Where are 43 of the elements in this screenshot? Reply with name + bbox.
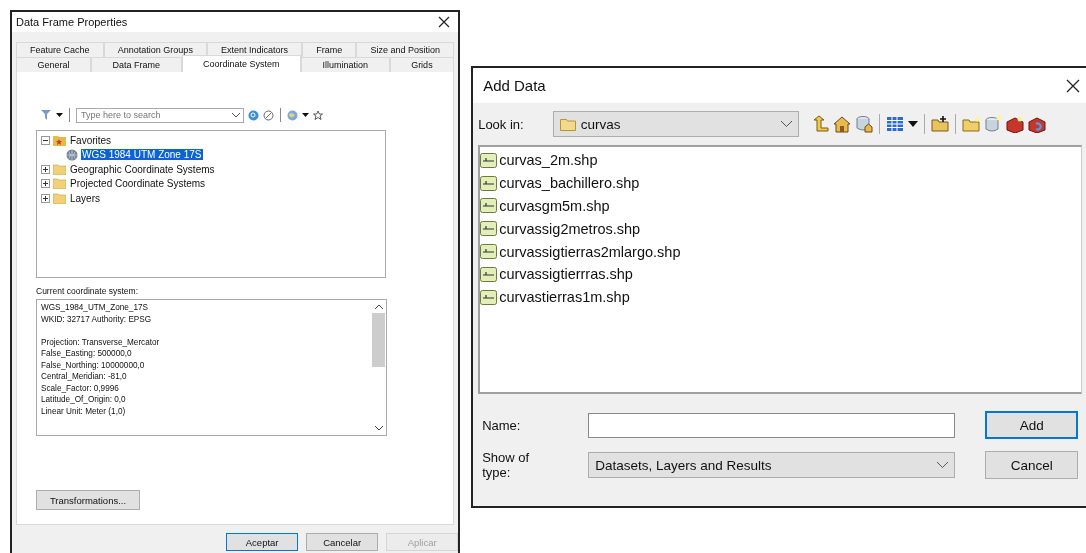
tab[interactable]: Data Frame: [91, 57, 182, 72]
file-item[interactable]: curvassig2metros.shp: [499, 220, 641, 237]
text-line: False_Easting: 500000,0: [41, 348, 133, 360]
tab[interactable]: Grids: [389, 57, 455, 72]
transformations-button[interactable]: Transformations...: [36, 490, 140, 510]
type-dropdown[interactable]: Datasets, Layers and Results: [588, 452, 956, 478]
tree-item[interactable]: Favorites: [69, 134, 113, 146]
tab[interactable]: General: [16, 57, 92, 72]
text-line: WGS_1984_UTM_Zone_17S: [41, 302, 149, 314]
tree-item[interactable]: WGS 1984 UTM Zone 17S: [81, 149, 203, 161]
window-title: Data Frame Properties: [16, 16, 128, 28]
window-title: Add Data: [483, 77, 546, 94]
file-item[interactable]: curvasgm5m.shp: [499, 198, 610, 214]
dialog-button[interactable]: Cancel: [985, 451, 1079, 479]
text-line: False_Northing: 10000000,0: [41, 359, 146, 371]
look-in-label: Look in:: [478, 116, 524, 132]
tab[interactable]: Annotation Groups: [103, 42, 207, 57]
dialog-button[interactable]: Aceptar: [226, 533, 299, 551]
tab[interactable]: Coordinate System: [181, 55, 302, 72]
show-type-label: Show of type:: [482, 450, 531, 480]
text-line: Central_Meridian: -81,0: [41, 371, 128, 383]
tab[interactable]: Feature Cache: [16, 42, 104, 57]
text-line: Linear Unit: Meter (1,0): [41, 405, 127, 417]
dialog-button[interactable]: Cancelar: [306, 533, 379, 551]
tab[interactable]: Frame: [302, 42, 357, 57]
text-line: Projection: Transverse_Mercator: [41, 336, 161, 348]
text-line: WKID: 32717 Authority: EPSG: [41, 313, 153, 325]
dialog-button[interactable]: Add: [985, 411, 1079, 439]
tab[interactable]: Illumination: [301, 57, 390, 72]
file-item[interactable]: curvas_bachillero.shp: [499, 175, 640, 192]
tree-item[interactable]: Geographic Coordinate Systems: [69, 163, 216, 175]
name-label: Name:: [482, 417, 522, 433]
file-item[interactable]: curvas_2m.shp: [499, 152, 598, 169]
file-item[interactable]: curvassigtierras2mlargo.shp: [499, 243, 681, 260]
tree-item[interactable]: Projected Coordinate Systems: [69, 178, 207, 190]
file-item[interactable]: curvassigtierrras.shp: [499, 266, 633, 283]
look-in-dropdown[interactable]: curvas: [552, 111, 799, 137]
tree-item[interactable]: Layers: [69, 192, 101, 204]
file-item[interactable]: curvastierras1m.shp: [499, 289, 630, 306]
text-line: Latitude_Of_Origin: 0,0: [41, 394, 127, 406]
tab[interactable]: Size and Position: [356, 42, 455, 57]
section-label: Current coordinate system:: [36, 286, 139, 296]
text-line: Scale_Factor: 0,9996: [41, 382, 120, 394]
